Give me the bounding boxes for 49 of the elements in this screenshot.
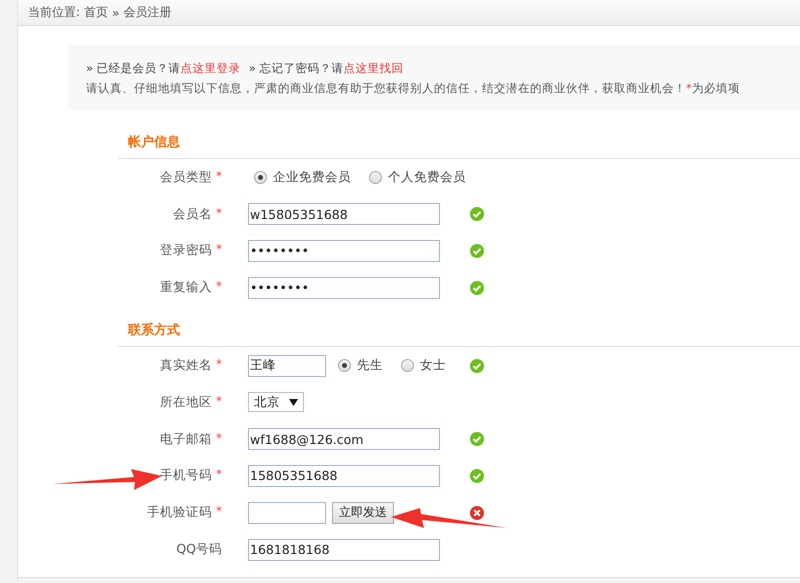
input-field[interactable]: 王峰: [248, 354, 326, 377]
field-label: 手机验证码: [147, 504, 212, 522]
required-mark: *: [216, 504, 222, 520]
field-label: 登录密码: [160, 242, 212, 260]
input-field[interactable]: wf1688@126.com: [248, 428, 440, 450]
field-label: 手机号码: [160, 467, 212, 484]
input-field[interactable]: ••••••••: [248, 276, 440, 299]
radio-label[interactable]: 女士: [420, 357, 446, 374]
required-mark: *: [216, 467, 222, 484]
input-field[interactable]: [248, 502, 326, 524]
field-label: 会员名: [173, 206, 212, 223]
required-mark: *: [216, 430, 222, 447]
input-field[interactable]: 1681818168: [248, 538, 440, 561]
radio-button[interactable]: [401, 359, 414, 372]
radio-label[interactable]: 个人免费会员: [388, 168, 466, 186]
input-field[interactable]: w15805351688: [248, 203, 440, 226]
breadcrumb-prefix: 当前位置:: [28, 4, 80, 21]
radio-label[interactable]: 企业免费会员: [273, 168, 351, 186]
required-mark: *: [216, 279, 222, 296]
select-field[interactable]: 北京: [248, 392, 304, 412]
prompt-link[interactable]: 点这里找回: [343, 60, 404, 74]
prompt-link[interactable]: 点这里登录: [180, 60, 241, 74]
required-mark: *: [216, 168, 222, 185]
required-mark: *: [216, 206, 222, 222]
radio-label[interactable]: 先生: [357, 357, 383, 374]
send-button[interactable]: 立即发送: [332, 502, 394, 524]
breadcrumb-separator: »: [112, 6, 120, 20]
input-field[interactable]: 15805351688: [248, 464, 440, 487]
required-mark: *: [216, 357, 222, 374]
field-label: 真实姓名: [160, 357, 212, 374]
login-prompt: » 忘记了密码？请点这里找回: [248, 60, 404, 76]
radio-button[interactable]: [254, 170, 267, 184]
radio-button[interactable]: [338, 359, 351, 372]
field-label: 所在地区: [160, 394, 212, 411]
field-label: 会员类型: [160, 168, 212, 186]
radio-button[interactable]: [369, 170, 382, 184]
login-prompt: » 已经是会员？请点这里登录: [86, 60, 241, 76]
notice-text: 请认真、仔细地填写以下信息，严肃的商业信息有助于您获得别人的信任，结交潜在的商业伙伴，获取商业机会！*为必填项: [86, 81, 741, 96]
input-field[interactable]: ••••••••: [248, 240, 440, 262]
required-mark: *: [216, 242, 222, 258]
field-label: 重复输入: [160, 279, 212, 296]
caret-icon: [289, 398, 298, 406]
breadcrumb-link[interactable]: 首页: [84, 4, 108, 21]
field-label: QQ号码: [176, 541, 222, 558]
section-heading: 联系方式: [118, 318, 800, 348]
required-mark: *: [216, 394, 222, 410]
section-heading: 帐户信息: [118, 130, 800, 159]
field-label: 电子邮箱: [160, 430, 212, 448]
breadcrumb-link[interactable]: 会员注册: [123, 4, 172, 21]
